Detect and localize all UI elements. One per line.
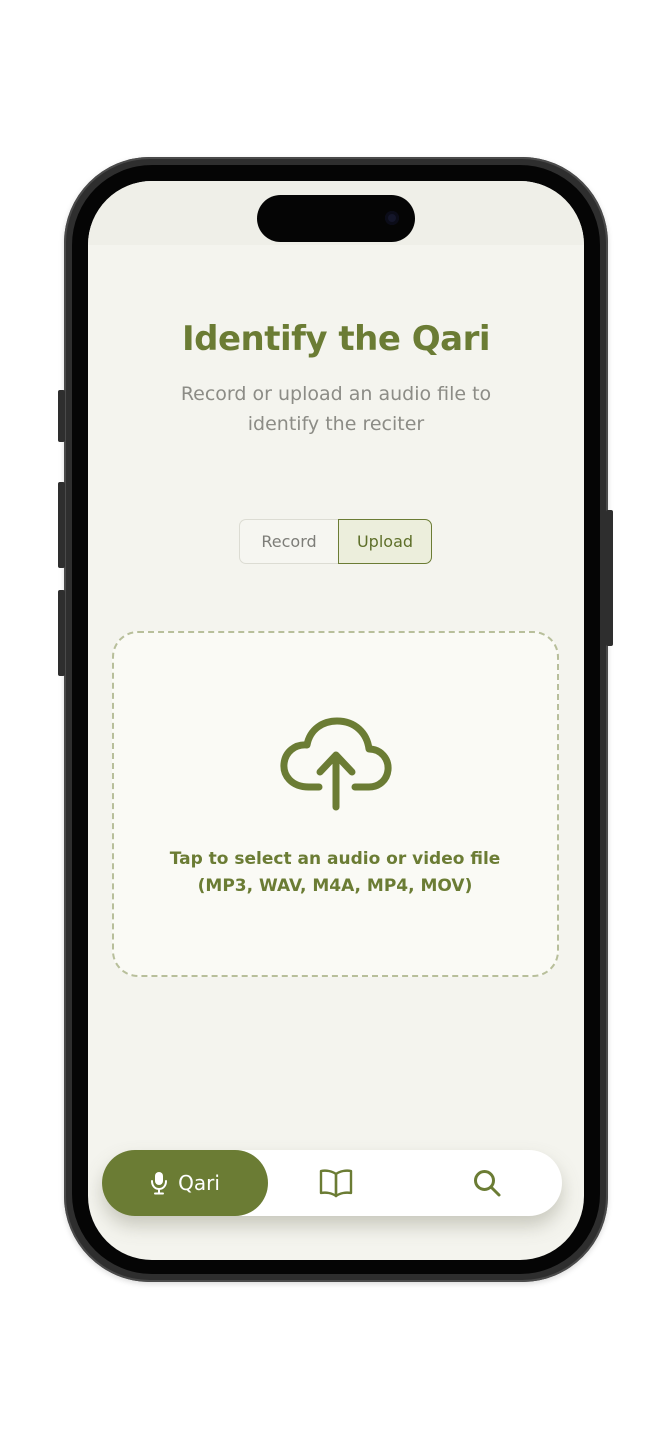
upload-tab[interactable]: Upload bbox=[338, 519, 432, 564]
nav-item-qari[interactable]: Qari bbox=[102, 1150, 268, 1216]
open-book-icon bbox=[319, 1169, 353, 1198]
power-button bbox=[606, 510, 613, 646]
nav-item-search[interactable] bbox=[467, 1163, 507, 1203]
supported-formats: (MP3, WAV, M4A, MP4, MOV) bbox=[197, 876, 473, 896]
volume-up-button bbox=[58, 482, 65, 568]
file-drop-zone[interactable]: Tap to select an audio or video file (MP… bbox=[112, 631, 559, 977]
nav-item-quran[interactable] bbox=[316, 1163, 356, 1203]
cloud-upload-icon bbox=[280, 717, 392, 811]
upload-prompt: Tap to select an audio or video file bbox=[169, 849, 501, 869]
action-button bbox=[58, 390, 65, 442]
page-subtitle: Record or upload an audio file to identi… bbox=[180, 383, 492, 435]
dynamic-island bbox=[257, 195, 415, 242]
bottom-nav: Qari bbox=[102, 1150, 562, 1216]
record-tab[interactable]: Record bbox=[239, 519, 338, 564]
app-screen: Identify the Qari Record or upload an au… bbox=[88, 181, 584, 1260]
volume-down-button bbox=[58, 590, 65, 676]
page-title: Identify the Qari bbox=[181, 319, 491, 359]
nav-item-qari-label: Qari bbox=[178, 1171, 220, 1195]
camera-icon bbox=[385, 211, 399, 225]
drop-zone-text: Tap to select an audio or video file (MP… bbox=[114, 846, 556, 900]
microphone-icon bbox=[151, 1172, 168, 1195]
search-icon bbox=[474, 1170, 501, 1197]
mode-toggle: Record Upload bbox=[239, 519, 432, 564]
device-mockup: Identify the Qari Record or upload an au… bbox=[0, 0, 661, 1440]
